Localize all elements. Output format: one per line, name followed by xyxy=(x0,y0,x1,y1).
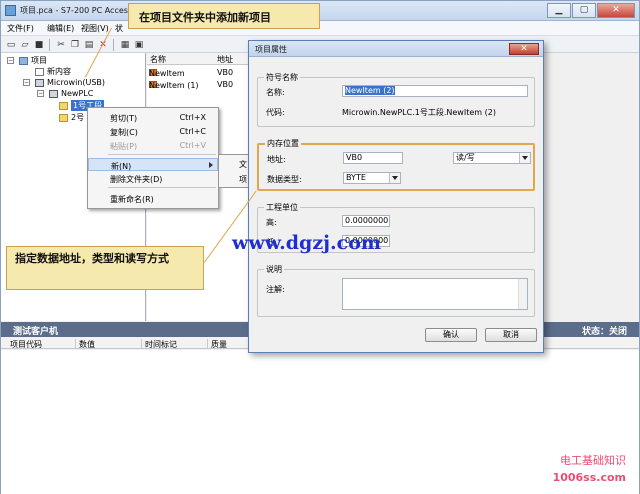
dialog-title: 项目属性 xyxy=(255,45,287,54)
code-value: Microwin.NewPLC.1号工段.NewItem (2) xyxy=(342,108,496,117)
menu-item-copy[interactable]: 复制(C) Ctrl+C xyxy=(88,125,218,138)
document-icon xyxy=(35,67,44,76)
submenu-item-folder[interactable]: 文 xyxy=(239,159,247,170)
dialog-close-button[interactable]: ✕ xyxy=(509,43,539,55)
menu-item-cut[interactable]: 剪切(T) Ctrl+X xyxy=(88,111,218,124)
tree-node-project[interactable]: 项目 xyxy=(19,55,47,66)
submenu-arrow-icon xyxy=(209,162,213,168)
menu-item-paste[interactable]: 粘贴(P) Ctrl+V xyxy=(88,139,218,152)
context-menu: 剪切(T) Ctrl+X 复制(C) Ctrl+C 粘贴(P) Ctrl+V 新… xyxy=(87,107,219,209)
callout-address-type: 指定数据地址，类型和读写方式 xyxy=(6,246,204,290)
collapse-icon[interactable]: − xyxy=(23,79,30,86)
collapse-icon[interactable]: − xyxy=(7,57,14,64)
tree-node-section-2[interactable]: 2号 xyxy=(59,112,84,123)
corner-site-text: 1006ss.com xyxy=(552,471,626,484)
column-timestamp[interactable]: 时间标记 xyxy=(141,339,177,349)
list-item[interactable]: NewItem VB0 xyxy=(147,67,249,78)
submenu-item-item[interactable]: 项 xyxy=(239,174,247,185)
menu-view[interactable]: 视图(V) xyxy=(81,23,109,34)
list-item[interactable]: NewItem (1) VB0 xyxy=(147,79,249,90)
cut-icon[interactable]: ✂ xyxy=(55,39,67,51)
scrollbar[interactable] xyxy=(518,279,527,309)
test-client-icon[interactable]: ▣ xyxy=(133,39,145,51)
list-header: 名称 地址 xyxy=(147,53,249,65)
column-quality[interactable]: 质量 xyxy=(207,339,227,349)
toolbar-separator xyxy=(113,39,114,51)
tree-node-new-content[interactable]: 新内容 xyxy=(35,66,71,77)
open-folder-icon[interactable]: ▱ xyxy=(19,39,31,51)
minimize-button[interactable]: ▁ xyxy=(547,3,571,18)
toolbar-separator xyxy=(49,39,50,51)
access-select[interactable]: 读/写 xyxy=(453,152,531,164)
properties-icon[interactable]: ▦ xyxy=(119,39,131,51)
computer-icon xyxy=(35,78,44,87)
address-input[interactable]: VB0 xyxy=(343,152,403,164)
app-icon xyxy=(5,5,16,16)
cancel-button[interactable]: 取消 xyxy=(485,328,537,342)
folder-icon xyxy=(59,113,68,122)
new-submenu: 文 项 xyxy=(218,154,252,188)
watermark-text: www.dgzj.com xyxy=(232,232,381,254)
data-type-select[interactable]: BYTE xyxy=(343,172,401,184)
high-input[interactable]: 0.0000000 xyxy=(342,215,390,227)
dropdown-arrow-icon xyxy=(519,153,530,163)
description-group: 说明 注解: xyxy=(257,264,535,317)
tree-node-microwin[interactable]: Microwin(USB) xyxy=(35,77,105,88)
corner-logo-text: 电工基础知识 xyxy=(560,454,626,467)
new-file-icon[interactable]: ▭ xyxy=(5,39,17,51)
collapse-icon[interactable]: − xyxy=(37,90,44,97)
maximize-button[interactable]: ▢ xyxy=(572,3,596,18)
project-icon xyxy=(19,56,28,65)
dialog-title-bar[interactable]: 项目属性 ✕ xyxy=(249,41,543,57)
column-name[interactable]: 名称 xyxy=(150,54,166,65)
save-icon[interactable]: ■ xyxy=(33,39,45,51)
column-address[interactable]: 地址 xyxy=(217,54,233,65)
client-table-body xyxy=(1,350,639,494)
menu-item-new[interactable]: 新(N) xyxy=(88,158,218,171)
item-properties-dialog: 项目属性 ✕ 符号名称 名称: NewItem (2) 代码: Microwin… xyxy=(248,40,544,353)
tree-node-newplc[interactable]: NewPLC xyxy=(49,88,93,99)
title-bar[interactable]: 项目.pca - S7-200 PC Access ▁ ▢ ✕ xyxy=(1,1,639,21)
close-button[interactable]: ✕ xyxy=(597,3,635,18)
symbol-name-group: 符号名称 名称: NewItem (2) 代码: Microwin.NewPLC… xyxy=(257,72,535,127)
menu-separator xyxy=(108,154,216,155)
menu-bar: 文件(F) 编辑(E) 视图(V) 状 xyxy=(1,21,639,36)
column-value[interactable]: 数值 xyxy=(75,339,95,349)
memory-location-group: 内存位置 地址: VB0 读/写 数据类型: BYTE xyxy=(257,138,535,191)
name-input[interactable]: NewItem (2) xyxy=(342,85,528,97)
ok-button[interactable]: 确认 xyxy=(425,328,477,342)
menu-status[interactable]: 状 xyxy=(115,23,123,34)
copy-icon[interactable]: ❐ xyxy=(69,39,81,51)
folder-icon xyxy=(59,101,68,110)
callout-add-item: 在项目文件夹中添加新项目 xyxy=(128,3,320,29)
column-item-code[interactable]: 项目代码 xyxy=(7,339,42,349)
comment-textarea[interactable] xyxy=(342,278,528,310)
menu-edit[interactable]: 编辑(E) xyxy=(47,23,74,34)
paste-icon[interactable]: ▤ xyxy=(83,39,95,51)
menu-file[interactable]: 文件(F) xyxy=(7,23,34,34)
menu-item-rename[interactable]: 重新命名(R) xyxy=(88,192,218,205)
plc-icon xyxy=(49,89,58,98)
window-controls: ▁ ▢ ✕ xyxy=(546,3,635,18)
window-title: 项目.pca - S7-200 PC Access xyxy=(20,6,133,15)
test-client-title: 测试客户机 xyxy=(13,327,59,337)
test-client-status: 状态：关闭 xyxy=(581,327,627,337)
menu-item-delete-folder[interactable]: 删除文件夹(D) xyxy=(88,172,218,185)
menu-separator xyxy=(108,187,216,188)
dropdown-arrow-icon xyxy=(389,173,400,183)
